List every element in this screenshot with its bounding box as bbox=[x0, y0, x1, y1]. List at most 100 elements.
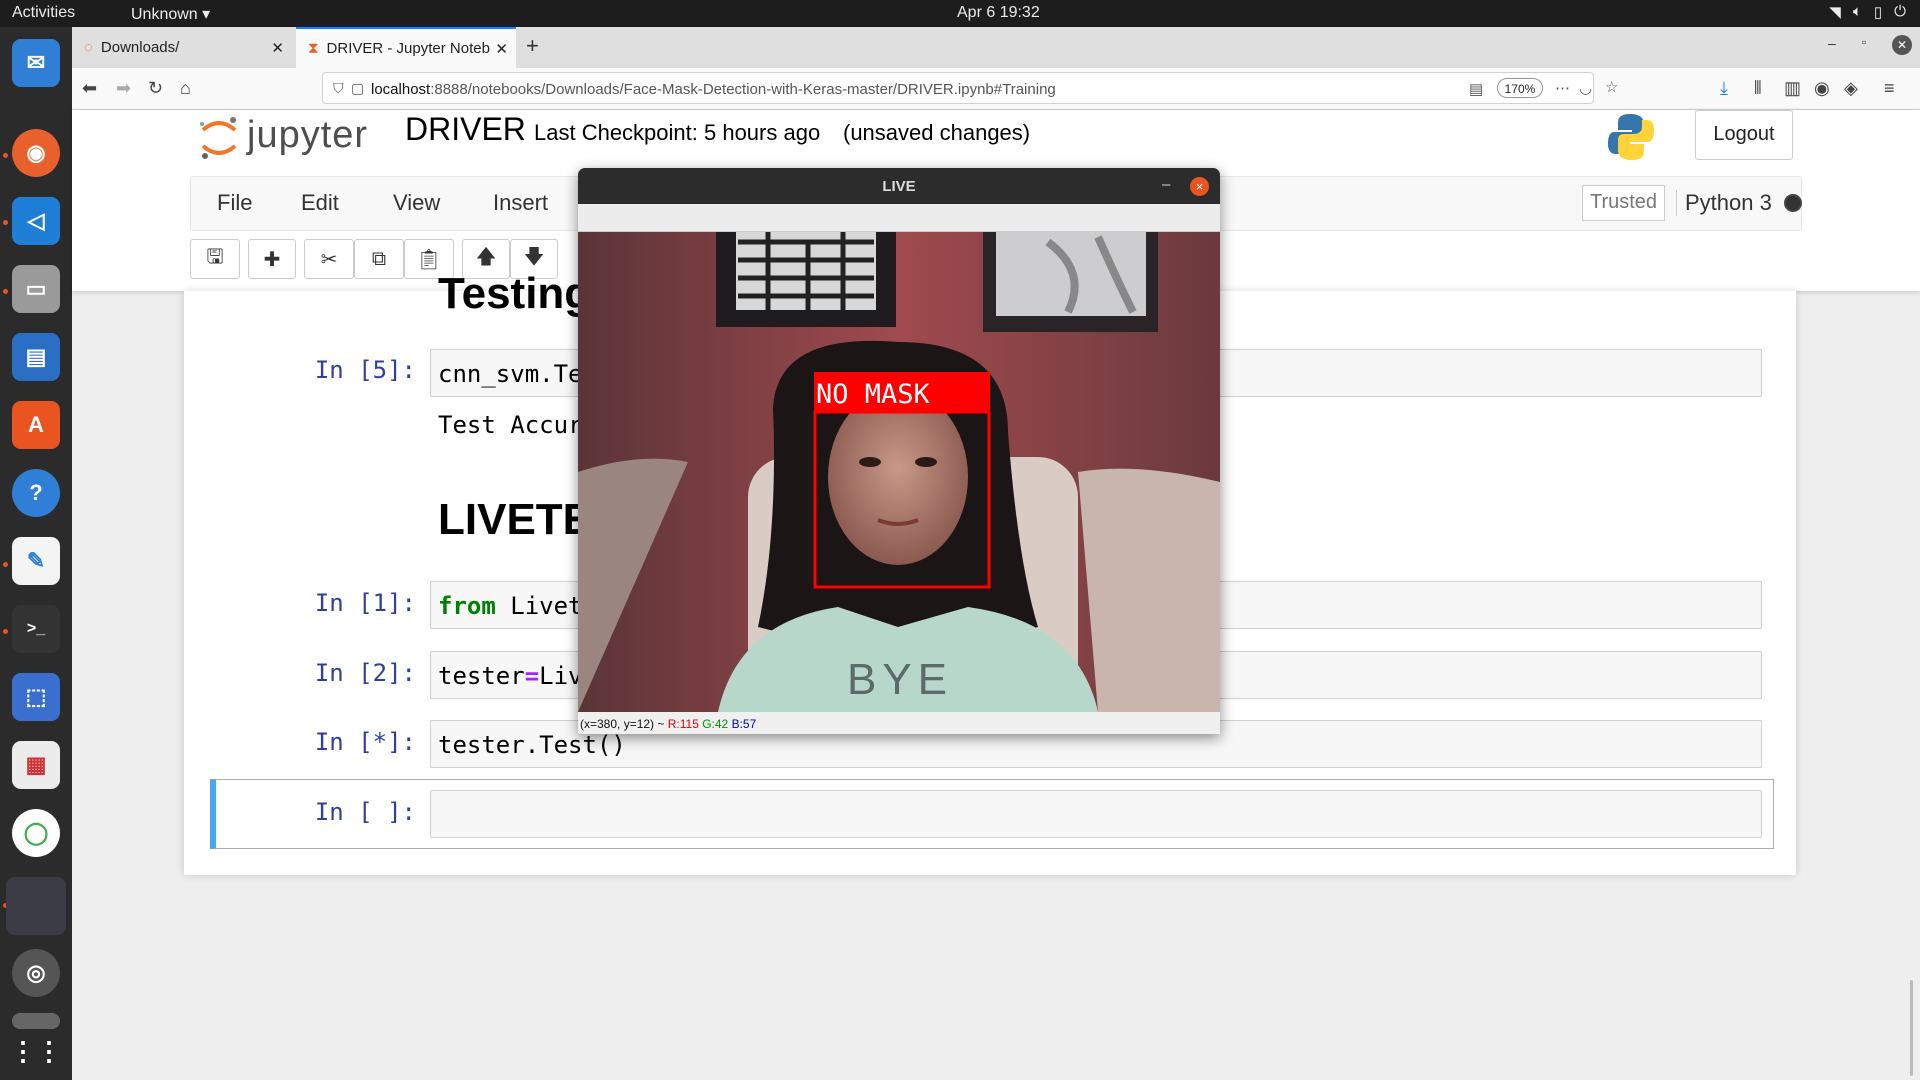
minimize-icon[interactable]: – bbox=[1828, 35, 1836, 51]
heading-livetest: LIVETE bbox=[438, 495, 593, 544]
extension-icon[interactable]: ◈ bbox=[1844, 78, 1858, 99]
url-bar[interactable]: ⛉ ▢ localhost:8888/notebooks/Downloads/F… bbox=[322, 72, 1618, 104]
save-button[interactable]: 🖫︎ bbox=[190, 239, 240, 279]
keyword: from bbox=[438, 592, 496, 620]
empty-code-cell[interactable] bbox=[430, 790, 1762, 838]
checkpoint-status: Last Checkpoint: 5 hours ago bbox=[534, 120, 821, 145]
status-green: G:42 bbox=[702, 717, 729, 731]
system-tray[interactable]: ◥ 🔈︎ ▯ ⏻ bbox=[1829, 3, 1906, 21]
url-host: localhost bbox=[371, 81, 431, 98]
software-icon[interactable]: A bbox=[12, 401, 60, 449]
tab-spinner-icon: ◌ bbox=[84, 39, 93, 56]
live-window-dock-icon[interactable] bbox=[6, 877, 66, 935]
tab-downloads[interactable]: ◌ Downloads/ ✕ bbox=[72, 27, 292, 68]
tab-label: DRIVER - Jupyter Noteb bbox=[326, 40, 490, 57]
vscode-icon[interactable]: ◁ bbox=[12, 197, 60, 245]
notebook-name[interactable]: DRIVER bbox=[405, 111, 526, 148]
library-icon[interactable]: ⫴ bbox=[1754, 78, 1762, 99]
code-text: cnn_svm.Te bbox=[438, 360, 583, 388]
cut-button[interactable]: ✂ bbox=[304, 239, 354, 279]
live-window-title[interactable]: LIVE bbox=[578, 168, 1220, 204]
trusted-indicator[interactable]: Trusted bbox=[1582, 185, 1665, 221]
close-window-icon[interactable]: ✕ bbox=[1892, 35, 1912, 55]
hamburger-menu-icon[interactable]: ≡ bbox=[1884, 78, 1895, 99]
more-icon[interactable]: ⋯ bbox=[1555, 79, 1570, 97]
right-eye bbox=[915, 457, 937, 467]
disc-icon[interactable]: ◎ bbox=[12, 949, 60, 997]
status-red: R:115 bbox=[667, 717, 699, 731]
shield-icon: ⛉ bbox=[333, 80, 344, 96]
dock: ✉ ◉ ◁ ▭ ▤ A ? ✎ >_ ⬚ ▦ ◯ ◎ ⋮⋮ bbox=[0, 27, 72, 1080]
jupyter-logo[interactable]: jupyter bbox=[197, 114, 367, 162]
close-tab-icon[interactable]: ✕ bbox=[495, 40, 508, 58]
cell-prompt: In [ ]: bbox=[314, 798, 416, 826]
home-button[interactable]: ⌂ bbox=[180, 78, 191, 99]
text-editor-icon[interactable]: ✎ bbox=[12, 537, 60, 585]
live-status-bar: (x=380, y=12) ~ R:115 G:42 B:57 bbox=[578, 712, 1220, 734]
code-text: Liv bbox=[539, 662, 583, 690]
power-icon: ⏻ bbox=[1894, 3, 1906, 20]
close-tab-icon[interactable]: ✕ bbox=[271, 39, 284, 57]
operator: = bbox=[524, 662, 540, 690]
tab-driver[interactable]: ⧗ DRIVER - Jupyter Noteb ✕ bbox=[296, 27, 516, 68]
camera-frame[interactable]: BYE NO MASK bbox=[578, 232, 1220, 712]
live-toolbar bbox=[578, 204, 1220, 232]
new-tab-button[interactable]: + bbox=[526, 33, 539, 59]
live-window[interactable]: LIVE – × BYE NO MASK (x=380, y=12) ~ R:1… bbox=[578, 168, 1220, 734]
pocket-icon[interactable]: ◡ bbox=[1579, 79, 1592, 97]
writer-icon[interactable]: ▤ bbox=[12, 333, 60, 381]
download-icon[interactable]: ⤓ bbox=[1720, 78, 1728, 99]
tab-label: Downloads/ bbox=[100, 39, 180, 56]
heading-testing: Testing bbox=[438, 269, 592, 318]
scissors-icon: ✂ bbox=[320, 248, 338, 271]
unsaved-status: (unsaved changes) bbox=[843, 120, 1031, 145]
reader-icon[interactable]: ▤ bbox=[1469, 80, 1483, 98]
menu-insert[interactable]: Insert bbox=[493, 190, 548, 216]
account-icon[interactable]: ◉ bbox=[1814, 78, 1830, 99]
cell-prompt: In [2]: bbox=[314, 659, 416, 687]
volume-icon: 🔈︎ bbox=[1852, 3, 1862, 20]
running-indicator bbox=[3, 562, 8, 567]
restore-icon[interactable]: ▫ bbox=[1862, 35, 1866, 49]
sidebar-icon[interactable]: ▥ bbox=[1784, 78, 1801, 99]
live-minimize-button[interactable]: – bbox=[1162, 176, 1170, 193]
menu-file[interactable]: File bbox=[217, 190, 252, 216]
back-button[interactable]: ⬅ bbox=[82, 78, 97, 99]
thunderbird-icon[interactable]: ✉ bbox=[12, 39, 60, 87]
clock[interactable]: Apr 6 19:32 bbox=[957, 4, 1040, 22]
insert-cell-button[interactable]: ✚ bbox=[248, 239, 296, 279]
forward-button[interactable]: ➡ bbox=[116, 78, 131, 99]
logout-button[interactable]: Logout bbox=[1695, 110, 1793, 160]
python-logo-icon bbox=[1608, 114, 1654, 160]
app-menu[interactable]: Unknown ▾ bbox=[131, 4, 210, 24]
copy-button[interactable]: ⧉ bbox=[354, 239, 404, 279]
anaconda-icon[interactable]: ◯ bbox=[12, 809, 60, 857]
kernel-name[interactable]: Python 3 bbox=[1676, 190, 1772, 216]
logo-text: jupyter bbox=[247, 114, 369, 156]
live-close-button[interactable]: × bbox=[1190, 177, 1209, 196]
face bbox=[828, 389, 968, 565]
cell-prompt: In [*]: bbox=[314, 728, 416, 756]
page-scrollbar[interactable] bbox=[1910, 980, 1913, 1076]
app-grid-icon[interactable]: ⋮⋮ bbox=[10, 1027, 62, 1075]
help-icon[interactable]: ? bbox=[12, 469, 60, 517]
shirt-text: BYE bbox=[847, 655, 953, 704]
terminal-icon[interactable]: >_ bbox=[12, 605, 60, 653]
screenshot-icon[interactable]: ⬚ bbox=[12, 673, 60, 721]
sofa-right bbox=[1078, 468, 1220, 712]
zoom-level[interactable]: 170% bbox=[1497, 78, 1543, 98]
battery-icon: ▯ bbox=[1873, 4, 1883, 21]
files-icon[interactable]: ▭ bbox=[12, 265, 60, 313]
status-coords: (x=380, y=12) ~ bbox=[580, 717, 665, 731]
code-text: tester bbox=[438, 662, 525, 690]
menu-view[interactable]: View bbox=[393, 190, 440, 216]
menu-edit[interactable]: Edit bbox=[301, 190, 339, 216]
left-eye bbox=[859, 457, 881, 467]
reload-button[interactable]: ↻ bbox=[148, 78, 163, 99]
firefox-icon[interactable]: ◉ bbox=[12, 129, 60, 177]
url-path: :8888/notebooks/Downloads/Face-Mask-Dete… bbox=[430, 81, 1056, 98]
document-viewer-icon[interactable]: ▦ bbox=[12, 741, 60, 789]
activities-button[interactable]: Activities bbox=[12, 4, 75, 22]
bookmark-star-icon[interactable]: ☆ bbox=[1605, 78, 1618, 96]
camera-image: BYE NO MASK bbox=[578, 232, 1220, 712]
